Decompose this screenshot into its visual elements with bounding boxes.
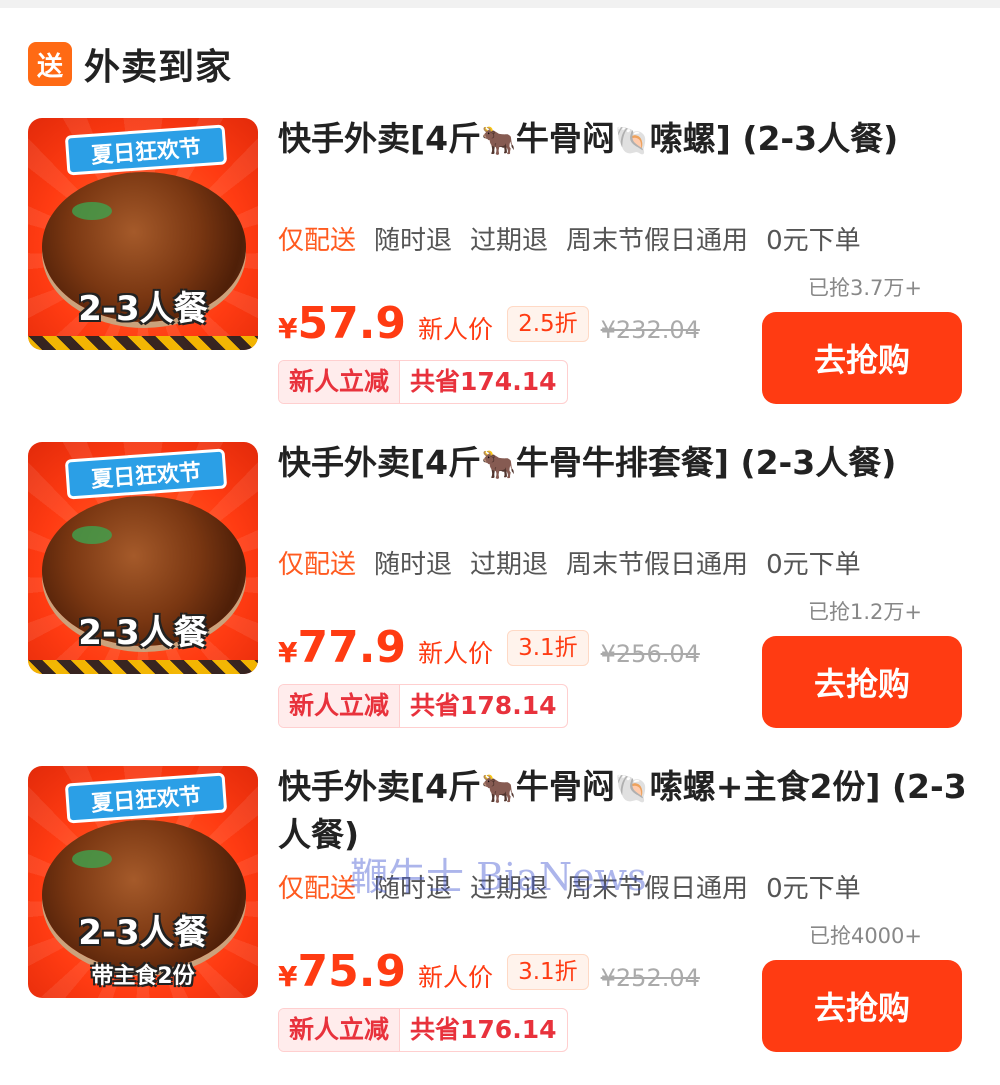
- promo-new-user: 新人立减: [279, 685, 400, 727]
- thumbnail-tag: 2-3人餐: [78, 913, 208, 953]
- new-user-label: 新人价: [418, 963, 494, 992]
- title-text: 牛骨闷: [515, 767, 615, 806]
- bull-icon: 🐂: [481, 124, 516, 157]
- price-value: 77.9: [297, 622, 407, 673]
- snail-icon: 🐚: [614, 124, 650, 157]
- tag-delivery-only: 仅配送: [278, 550, 357, 580]
- currency-symbol: ¥: [278, 636, 298, 669]
- section-title: 外卖到家: [84, 47, 233, 88]
- tag-refund-expired: 过期退: [470, 226, 549, 256]
- section-header: 送 外卖到家: [28, 38, 232, 90]
- title-text: 牛骨牛排套餐] (2-3人餐): [515, 443, 897, 482]
- thumbnail-stripe: [28, 336, 258, 350]
- discount-badge: 2.5折: [507, 305, 589, 342]
- product-thumbnail[interactable]: 夏日狂欢节 2-3人餐: [28, 442, 258, 674]
- promo-badge: 新人立减 共省176.14: [278, 1008, 568, 1052]
- bull-icon: 🐂: [481, 772, 516, 805]
- new-user-label: 新人价: [418, 315, 494, 344]
- tag-refund-expired: 过期退: [470, 874, 549, 904]
- title-text: 快手外卖[4斤: [278, 443, 482, 482]
- discount-badge: 3.1折: [507, 953, 589, 990]
- promo-savings: 共省176.14: [399, 1009, 566, 1051]
- current-price: ¥57.9: [278, 298, 406, 349]
- product-title[interactable]: 快手外卖[4斤🐂牛骨牛排套餐] (2-3人餐): [278, 440, 968, 488]
- price-row: ¥75.9 新人价 3.1折 ¥252.04: [278, 946, 700, 997]
- tag-holiday: 周末节假日通用: [566, 550, 749, 580]
- thumbnail-subtag: 带主食2份: [91, 964, 195, 989]
- tag-refund-anytime: 随时退: [374, 874, 453, 904]
- delivery-badge-icon: 送: [28, 42, 72, 86]
- price-value: 75.9: [297, 946, 407, 997]
- tag-delivery-only: 仅配送: [278, 874, 357, 904]
- tag-holiday: 周末节假日通用: [566, 226, 749, 256]
- thumbnail-stripe: [28, 660, 258, 674]
- original-price: ¥232.04: [600, 316, 700, 344]
- promo-new-user: 新人立减: [279, 361, 400, 403]
- current-price: ¥75.9: [278, 946, 406, 997]
- price-value: 57.9: [297, 298, 407, 349]
- product-card[interactable]: 夏日狂欢节 2-3人餐 快手外卖[4斤🐂牛骨牛排套餐] (2-3人餐) 仅配送 …: [0, 436, 1000, 746]
- thumbnail-tag: 2-3人餐: [78, 289, 208, 329]
- service-tags: 仅配送 随时退 过期退 周末节假日通用 0元下单: [278, 220, 879, 257]
- price-row: ¥57.9 新人价 2.5折 ¥232.04: [278, 298, 700, 349]
- tag-refund-anytime: 随时退: [374, 550, 453, 580]
- price-row: ¥77.9 新人价 3.1折 ¥256.04: [278, 622, 700, 673]
- promo-savings: 共省174.14: [399, 361, 566, 403]
- original-price: ¥252.04: [600, 964, 700, 992]
- top-divider: [0, 0, 1000, 8]
- title-text: 嗦螺] (2-3人餐): [649, 119, 899, 158]
- tag-delivery-only: 仅配送: [278, 226, 357, 256]
- snail-icon: 🐚: [614, 772, 650, 805]
- tag-zero-order: 0元下单: [766, 874, 861, 904]
- tag-zero-order: 0元下单: [766, 550, 861, 580]
- currency-symbol: ¥: [278, 960, 298, 993]
- title-text: 快手外卖[4斤: [278, 767, 482, 806]
- tag-refund-anytime: 随时退: [374, 226, 453, 256]
- tag-holiday: 周末节假日通用: [566, 874, 749, 904]
- sold-count: 已抢4000+: [808, 924, 922, 948]
- sold-count: 已抢1.2万+: [808, 600, 922, 624]
- title-text: 快手外卖[4斤: [278, 119, 482, 158]
- current-price: ¥77.9: [278, 622, 406, 673]
- new-user-label: 新人价: [418, 639, 494, 668]
- discount-badge: 3.1折: [507, 629, 589, 666]
- service-tags: 仅配送 随时退 过期退 周末节假日通用 0元下单: [278, 544, 879, 581]
- thumbnail-tag: 2-3人餐: [78, 613, 208, 653]
- tag-zero-order: 0元下单: [766, 226, 861, 256]
- promo-badge: 新人立减 共省174.14: [278, 360, 568, 404]
- product-thumbnail[interactable]: 夏日狂欢节 2-3人餐: [28, 118, 258, 350]
- sold-count: 已抢3.7万+: [808, 276, 922, 300]
- buy-button[interactable]: 去抢购: [762, 312, 962, 404]
- service-tags: 仅配送 随时退 过期退 周末节假日通用 0元下单: [278, 868, 879, 905]
- buy-button[interactable]: 去抢购: [762, 960, 962, 1052]
- buy-button[interactable]: 去抢购: [762, 636, 962, 728]
- product-title[interactable]: 快手外卖[4斤🐂牛骨闷🐚嗦螺+主食2份] (2-3人餐): [278, 764, 968, 858]
- promo-savings: 共省178.14: [399, 685, 566, 727]
- original-price: ¥256.04: [600, 640, 700, 668]
- bull-icon: 🐂: [481, 448, 516, 481]
- title-text: 牛骨闷: [515, 119, 615, 158]
- promo-badge: 新人立减 共省178.14: [278, 684, 568, 728]
- tag-refund-expired: 过期退: [470, 550, 549, 580]
- promo-new-user: 新人立减: [279, 1009, 400, 1051]
- product-card[interactable]: 夏日狂欢节 2-3人餐 快手外卖[4斤🐂牛骨闷🐚嗦螺] (2-3人餐) 仅配送 …: [0, 112, 1000, 422]
- product-thumbnail[interactable]: 夏日狂欢节 2-3人餐 带主食2份: [28, 766, 258, 998]
- currency-symbol: ¥: [278, 312, 298, 345]
- product-card[interactable]: 夏日狂欢节 2-3人餐 带主食2份 快手外卖[4斤🐂牛骨闷🐚嗦螺+主食2份] (…: [0, 760, 1000, 1070]
- product-title[interactable]: 快手外卖[4斤🐂牛骨闷🐚嗦螺] (2-3人餐): [278, 116, 968, 164]
